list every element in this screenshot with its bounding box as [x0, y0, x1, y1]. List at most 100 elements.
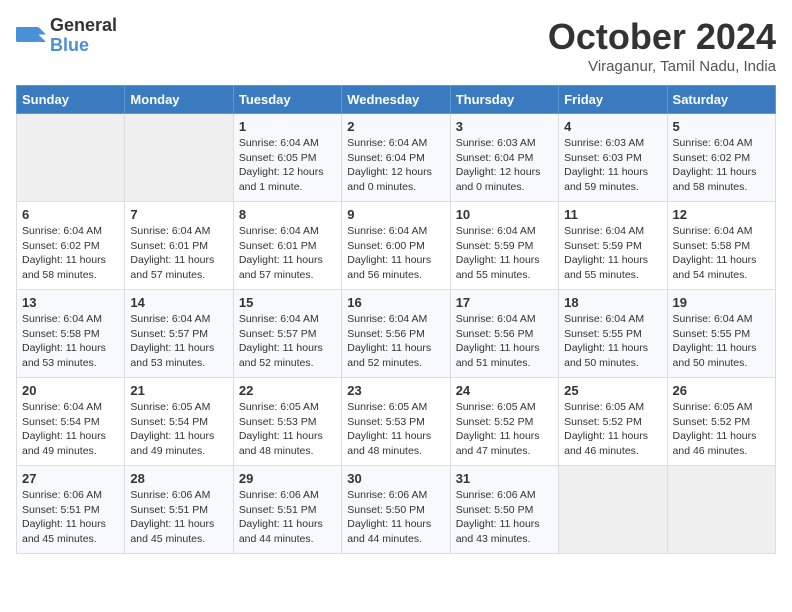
calendar-cell: 17 Sunrise: 6:04 AM Sunset: 5:56 PM Dayli…	[450, 290, 558, 378]
calendar-cell: 2 Sunrise: 6:04 AM Sunset: 6:04 PM Daylig…	[342, 114, 450, 202]
day-content: Sunrise: 6:04 AM Sunset: 5:56 PM Dayligh…	[456, 312, 553, 371]
day-content: Sunrise: 6:04 AM Sunset: 5:57 PM Dayligh…	[130, 312, 227, 371]
logo-line2: Blue	[50, 36, 117, 56]
header-cell-tuesday: Tuesday	[233, 86, 341, 114]
day-number: 27	[22, 471, 119, 486]
location: Viraganur, Tamil Nadu, India	[548, 58, 776, 75]
calendar-cell: 11 Sunrise: 6:04 AM Sunset: 5:59 PM Dayli…	[559, 202, 667, 290]
day-content: Sunrise: 6:04 AM Sunset: 6:04 PM Dayligh…	[347, 136, 444, 195]
day-number: 10	[456, 207, 553, 222]
calendar-cell	[559, 466, 667, 554]
day-number: 31	[456, 471, 553, 486]
logo: General Blue	[16, 16, 117, 56]
calendar-cell	[125, 114, 233, 202]
calendar-cell: 23 Sunrise: 6:05 AM Sunset: 5:53 PM Dayli…	[342, 378, 450, 466]
day-number: 11	[564, 207, 661, 222]
page-header: General Blue October 2024 Viraganur, Tam…	[16, 16, 776, 75]
logo-icon	[16, 21, 46, 51]
calendar-cell: 4Sunrise: 6:03 AM Sunset: 6:03 PM Daylig…	[559, 114, 667, 202]
calendar-table: SundayMondayTuesdayWednesdayThursdayFrid…	[16, 85, 776, 554]
header-cell-monday: Monday	[125, 86, 233, 114]
day-content: Sunrise: 6:05 AM Sunset: 5:53 PM Dayligh…	[239, 400, 336, 459]
day-content: Sunrise: 6:04 AM Sunset: 6:02 PM Dayligh…	[22, 224, 119, 283]
calendar-cell: 7Sunrise: 6:04 AM Sunset: 6:01 PM Daylig…	[125, 202, 233, 290]
day-content: Sunrise: 6:04 AM Sunset: 5:57 PM Dayligh…	[239, 312, 336, 371]
day-number: 18	[564, 295, 661, 310]
calendar-cell: 30Sunrise: 6:06 AM Sunset: 5:50 PM Dayli…	[342, 466, 450, 554]
header-cell-wednesday: Wednesday	[342, 86, 450, 114]
day-number: 14	[130, 295, 227, 310]
day-number: 24	[456, 383, 553, 398]
day-content: Sunrise: 6:04 AM Sunset: 6:02 PM Dayligh…	[673, 136, 770, 195]
day-content: Sunrise: 6:05 AM Sunset: 5:54 PM Dayligh…	[130, 400, 227, 459]
calendar-cell: 5 Sunrise: 6:04 AM Sunset: 6:02 PM Daylig…	[667, 114, 775, 202]
calendar-cell: 1 Sunrise: 6:04 AM Sunset: 6:05 PM Daylig…	[233, 114, 341, 202]
day-content: Sunrise: 6:06 AM Sunset: 5:51 PM Dayligh…	[22, 488, 119, 547]
day-number: 29	[239, 471, 336, 486]
day-number: 25	[564, 383, 661, 398]
day-number: 20	[22, 383, 119, 398]
day-content: Sunrise: 6:05 AM Sunset: 5:53 PM Dayligh…	[347, 400, 444, 459]
day-number: 26	[673, 383, 770, 398]
day-content: Sunrise: 6:03 AM Sunset: 6:03 PM Dayligh…	[564, 136, 661, 195]
calendar-cell: 12Sunrise: 6:04 AM Sunset: 5:58 PM Dayli…	[667, 202, 775, 290]
day-content: Sunrise: 6:04 AM Sunset: 5:54 PM Dayligh…	[22, 400, 119, 459]
week-row-2: 6 Sunrise: 6:04 AM Sunset: 6:02 PM Daylig…	[17, 202, 776, 290]
calendar-cell: 21 Sunrise: 6:05 AM Sunset: 5:54 PM Dayli…	[125, 378, 233, 466]
logo-text: General Blue	[50, 16, 117, 56]
calendar-cell: 24 Sunrise: 6:05 AM Sunset: 5:52 PM Dayli…	[450, 378, 558, 466]
day-number: 2	[347, 119, 444, 134]
calendar-cell: 20 Sunrise: 6:04 AM Sunset: 5:54 PM Dayli…	[17, 378, 125, 466]
day-content: Sunrise: 6:03 AM Sunset: 6:04 PM Dayligh…	[456, 136, 553, 195]
day-number: 6	[22, 207, 119, 222]
calendar-cell: 3 Sunrise: 6:03 AM Sunset: 6:04 PM Daylig…	[450, 114, 558, 202]
calendar-cell: 9 Sunrise: 6:04 AM Sunset: 6:00 PM Daylig…	[342, 202, 450, 290]
day-content: Sunrise: 6:05 AM Sunset: 5:52 PM Dayligh…	[564, 400, 661, 459]
day-content: Sunrise: 6:04 AM Sunset: 6:00 PM Dayligh…	[347, 224, 444, 283]
calendar-cell: 14 Sunrise: 6:04 AM Sunset: 5:57 PM Dayli…	[125, 290, 233, 378]
calendar-cell: 13Sunrise: 6:04 AM Sunset: 5:58 PM Dayli…	[17, 290, 125, 378]
calendar-cell: 16 Sunrise: 6:04 AM Sunset: 5:56 PM Dayli…	[342, 290, 450, 378]
calendar-cell: 18 Sunrise: 6:04 AM Sunset: 5:55 PM Dayli…	[559, 290, 667, 378]
day-number: 9	[347, 207, 444, 222]
day-number: 30	[347, 471, 444, 486]
day-content: Sunrise: 6:04 AM Sunset: 5:59 PM Dayligh…	[456, 224, 553, 283]
calendar-cell: 31 Sunrise: 6:06 AM Sunset: 5:50 PM Dayli…	[450, 466, 558, 554]
day-number: 15	[239, 295, 336, 310]
week-row-1: 1 Sunrise: 6:04 AM Sunset: 6:05 PM Daylig…	[17, 114, 776, 202]
calendar-cell	[667, 466, 775, 554]
day-content: Sunrise: 6:04 AM Sunset: 5:58 PM Dayligh…	[673, 224, 770, 283]
day-number: 1	[239, 119, 336, 134]
day-content: Sunrise: 6:06 AM Sunset: 5:50 PM Dayligh…	[456, 488, 553, 547]
day-number: 8	[239, 207, 336, 222]
day-number: 21	[130, 383, 227, 398]
day-number: 3	[456, 119, 553, 134]
day-content: Sunrise: 6:04 AM Sunset: 5:56 PM Dayligh…	[347, 312, 444, 371]
day-number: 13	[22, 295, 119, 310]
day-content: Sunrise: 6:04 AM Sunset: 5:55 PM Dayligh…	[564, 312, 661, 371]
day-content: Sunrise: 6:04 AM Sunset: 5:59 PM Dayligh…	[564, 224, 661, 283]
day-content: Sunrise: 6:05 AM Sunset: 5:52 PM Dayligh…	[673, 400, 770, 459]
calendar-cell: 6 Sunrise: 6:04 AM Sunset: 6:02 PM Daylig…	[17, 202, 125, 290]
calendar-cell: 10 Sunrise: 6:04 AM Sunset: 5:59 PM Dayli…	[450, 202, 558, 290]
day-number: 16	[347, 295, 444, 310]
calendar-cell: 8 Sunrise: 6:04 AM Sunset: 6:01 PM Daylig…	[233, 202, 341, 290]
day-number: 5	[673, 119, 770, 134]
day-content: Sunrise: 6:06 AM Sunset: 5:51 PM Dayligh…	[130, 488, 227, 547]
calendar-cell: 25 Sunrise: 6:05 AM Sunset: 5:52 PM Dayli…	[559, 378, 667, 466]
header-cell-friday: Friday	[559, 86, 667, 114]
day-number: 23	[347, 383, 444, 398]
calendar-cell: 26 Sunrise: 6:05 AM Sunset: 5:52 PM Dayli…	[667, 378, 775, 466]
calendar-cell: 28Sunrise: 6:06 AM Sunset: 5:51 PM Dayli…	[125, 466, 233, 554]
header-cell-thursday: Thursday	[450, 86, 558, 114]
day-number: 7	[130, 207, 227, 222]
calendar-cell: 15 Sunrise: 6:04 AM Sunset: 5:57 PM Dayli…	[233, 290, 341, 378]
week-row-4: 20 Sunrise: 6:04 AM Sunset: 5:54 PM Dayli…	[17, 378, 776, 466]
calendar-cell	[17, 114, 125, 202]
day-content: Sunrise: 6:04 AM Sunset: 6:05 PM Dayligh…	[239, 136, 336, 195]
calendar-cell: 19Sunrise: 6:04 AM Sunset: 5:55 PM Dayli…	[667, 290, 775, 378]
day-number: 17	[456, 295, 553, 310]
day-content: Sunrise: 6:04 AM Sunset: 6:01 PM Dayligh…	[239, 224, 336, 283]
day-content: Sunrise: 6:05 AM Sunset: 5:52 PM Dayligh…	[456, 400, 553, 459]
week-row-3: 13Sunrise: 6:04 AM Sunset: 5:58 PM Dayli…	[17, 290, 776, 378]
